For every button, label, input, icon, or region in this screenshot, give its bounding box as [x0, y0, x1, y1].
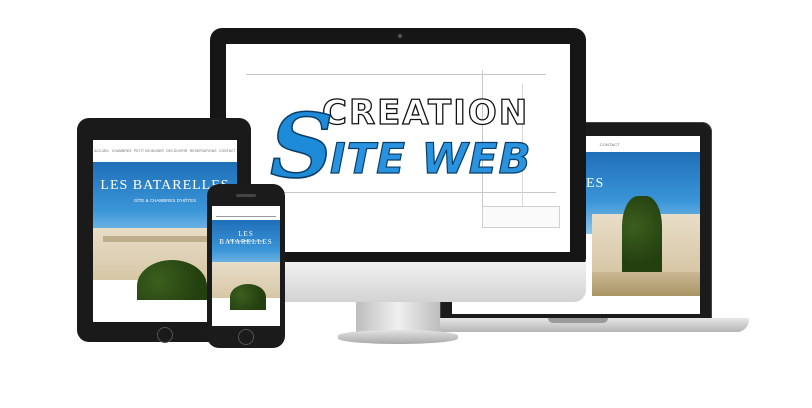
imac-foot	[338, 330, 458, 344]
phone-home-button[interactable]	[238, 329, 254, 345]
tablet-navbar: ACCUEIL CHAMBRES PETIT DEJEUNER DECOUVRI…	[93, 140, 237, 162]
phone-trees	[230, 284, 266, 310]
phone-speaker	[236, 194, 256, 197]
logo-site-web-text: ITE WEB	[329, 134, 532, 183]
nav-petit-dejeuner[interactable]: PETIT DEJEUNER	[134, 149, 164, 153]
phone-nav-line	[216, 216, 276, 217]
laptop-trees	[622, 196, 662, 272]
laptop-nav-contact[interactable]: CONTACT	[600, 142, 620, 147]
sketch-box	[482, 206, 560, 228]
laptop-site-title-fragment: ES	[586, 176, 605, 191]
logo-creation-text: CREATION	[321, 93, 530, 133]
nav-chambres[interactable]: CHAMBRES	[112, 149, 132, 153]
phone-site-subtitle: GÎTE & CHAMBRES D'HÔTES	[228, 240, 264, 243]
laptop-notch	[548, 318, 608, 323]
nav-reservations[interactable]: RESERVATIONS	[190, 149, 217, 153]
camera-icon	[398, 34, 402, 38]
sketch-line	[246, 74, 546, 75]
nav-decouvrir[interactable]: DECOUVRIR	[166, 149, 187, 153]
phone-site-title: LES BATARELLES	[219, 230, 273, 246]
phone-footer	[212, 310, 280, 326]
logo-big-s: S	[269, 94, 334, 198]
tablet-home-button[interactable]	[157, 327, 173, 343]
nav-contact[interactable]: CONTACT	[219, 149, 236, 153]
phone-screen: LES BATARELLES GÎTE & CHAMBRES D'HÔTES	[212, 206, 280, 326]
nav-accueil[interactable]: ACCUEIL	[94, 149, 109, 153]
laptop-ground	[592, 272, 700, 296]
